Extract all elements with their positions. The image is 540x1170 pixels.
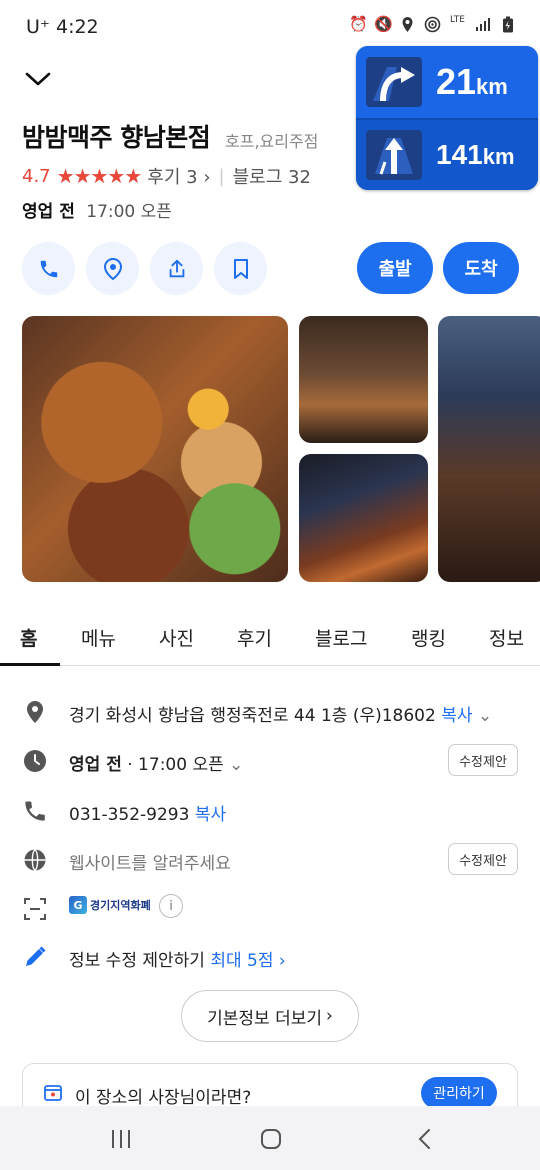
divider: | — [218, 165, 225, 187]
bookmark-icon — [233, 258, 248, 279]
share-icon — [169, 259, 184, 277]
tab-reviews[interactable]: 후기 — [237, 624, 272, 651]
phone-row: 031-352-9293 복사 — [0, 794, 540, 830]
business-hours-summary: 영업 전 17:00 오픈 — [22, 197, 172, 222]
more-basic-info-button[interactable]: 기본정보 더보기 › — [181, 990, 359, 1042]
tab-photos[interactable]: 사진 — [159, 624, 194, 651]
copy-address-link[interactable]: 복사 — [441, 706, 472, 726]
local-currency-logo-icon: G — [69, 896, 87, 914]
rating-score: 4.7 — [22, 165, 51, 187]
alarm-icon: ⏰ — [349, 15, 368, 33]
edit-reward-link[interactable]: 최대 5점 › — [210, 951, 285, 971]
mute-icon: 🔇 — [374, 15, 393, 33]
photo-interior-2[interactable] — [299, 454, 428, 582]
nav-lower-row: 141km — [356, 118, 538, 190]
action-buttons — [22, 242, 267, 295]
copy-phone-link[interactable]: 복사 — [195, 805, 226, 825]
chevron-down-icon[interactable]: ⌄ — [478, 706, 492, 726]
back-button[interactable] — [410, 1124, 440, 1154]
home-button[interactable] — [256, 1124, 286, 1154]
local-currency-badge: G 경기지역화폐 — [69, 896, 151, 914]
signal-icon — [474, 16, 491, 33]
back-icon — [418, 1129, 430, 1149]
chevron-right-icon: › — [203, 167, 211, 188]
tab-blog[interactable]: 블로그 — [315, 624, 367, 651]
phone-icon — [40, 260, 57, 277]
location-icon — [399, 16, 416, 33]
rating-stars: ★★★★★ — [56, 164, 143, 188]
hours-time[interactable]: · 17:00 오픈 — [127, 755, 223, 775]
address-row: 경기 화성시 향남읍 행정죽전로 44 1층 (우)18602 복사 ⌄ — [0, 695, 540, 731]
tab-ranking[interactable]: 랭킹 — [411, 624, 446, 651]
suggest-edit-hours-button[interactable]: 수정제안 — [448, 744, 518, 776]
blogs-link[interactable]: 블로그 32 — [233, 163, 311, 189]
info-icon[interactable]: i — [159, 894, 183, 918]
website-placeholder[interactable]: 웹사이트를 알려주세요 — [69, 854, 231, 874]
hotspot-icon — [424, 16, 441, 33]
tab-menu[interactable]: 메뉴 — [81, 624, 116, 651]
more-basic-info-label: 기본정보 더보기 — [207, 1008, 323, 1029]
edit-suggestion-text[interactable]: 정보 수정 제안하기 — [69, 951, 205, 971]
website-row: 웹사이트를 알려주세요 수정제안 — [0, 843, 540, 879]
pin-icon — [103, 257, 122, 280]
straight-ahead-sign-icon — [366, 130, 422, 180]
hours-status: 영업 전 — [69, 755, 122, 775]
save-bookmark-button[interactable] — [214, 242, 267, 295]
photo-main-food[interactable] — [22, 316, 288, 582]
route-start-button[interactable]: 출발 — [357, 242, 433, 294]
tab-info[interactable]: 정보 — [489, 624, 524, 651]
edit-suggestion-row[interactable]: 정보 수정 제안하기 최대 5점 › — [0, 940, 540, 976]
call-button[interactable] — [22, 242, 75, 295]
recent-apps-icon — [112, 1130, 130, 1148]
chevron-down-icon — [25, 72, 51, 86]
battery-icon — [499, 16, 516, 33]
chevron-right-icon: › — [326, 1006, 333, 1026]
store-icon — [44, 1085, 62, 1101]
clock-icon — [24, 750, 46, 772]
address-text: 경기 화성시 향남읍 행정죽전로 44 1층 (우)18602 — [69, 706, 436, 726]
owner-banner-text: 이 장소의 사장님이라면? — [75, 1088, 252, 1108]
collapse-chevron-button[interactable] — [22, 64, 54, 96]
turn-right-sign-icon — [366, 57, 422, 107]
location-pin-icon — [27, 701, 43, 723]
nav-lower-distance: 141km — [436, 139, 515, 170]
home-icon — [261, 1129, 281, 1149]
tab-bar: 홈 메뉴 사진 후기 블로그 랭킹 정보 — [0, 610, 540, 666]
chevron-down-icon[interactable]: ⌄ — [229, 755, 243, 775]
nav-upper-distance: 21km — [436, 61, 508, 102]
place-name: 밤밤맥주 향남본점 — [22, 123, 211, 152]
suggest-edit-website-button[interactable]: 수정제안 — [448, 843, 518, 875]
phone-icon — [25, 801, 45, 821]
phone-number[interactable]: 031-352-9293 — [69, 805, 189, 825]
tab-home[interactable]: 홈 — [20, 624, 37, 651]
photo-interior-1[interactable] — [299, 316, 428, 443]
route-arrive-button[interactable]: 도착 — [443, 242, 519, 294]
open-time: 17:00 오픈 — [86, 202, 172, 222]
business-status: 영업 전 — [22, 202, 75, 222]
hours-row: 영업 전 · 17:00 오픈 ⌄ 수정제안 — [0, 744, 540, 780]
photo-interior-3[interactable] — [438, 316, 540, 582]
chevron-right-icon: › — [278, 951, 286, 971]
status-icons: ⏰ 🔇 LTE — [349, 16, 516, 33]
local-currency-label: 경기지역화폐 — [90, 899, 151, 912]
nav-upper-row: 21km — [356, 46, 538, 118]
navigation-distance-card[interactable]: 21km 141km — [356, 46, 538, 190]
carrier-time: U⁺ 4:22 — [26, 16, 99, 38]
scan-icon — [24, 898, 46, 920]
recent-apps-button[interactable] — [106, 1124, 136, 1154]
system-navigation-bar — [0, 1106, 540, 1170]
active-tab-indicator — [0, 663, 60, 666]
map-location-button[interactable] — [86, 242, 139, 295]
lte-icon: LTE — [450, 15, 465, 25]
place-category: 호프,요리주점 — [225, 132, 319, 151]
rating-row: 4.7 ★★★★★ 후기 3 › | 블로그 32 — [22, 163, 311, 189]
reviews-link[interactable]: 후기 3 › — [147, 163, 210, 189]
globe-icon — [24, 848, 46, 872]
local-currency-row: G 경기지역화폐 i — [0, 892, 540, 928]
pencil-icon — [26, 946, 46, 966]
manage-button[interactable]: 관리하기 — [421, 1077, 497, 1109]
share-button[interactable] — [150, 242, 203, 295]
